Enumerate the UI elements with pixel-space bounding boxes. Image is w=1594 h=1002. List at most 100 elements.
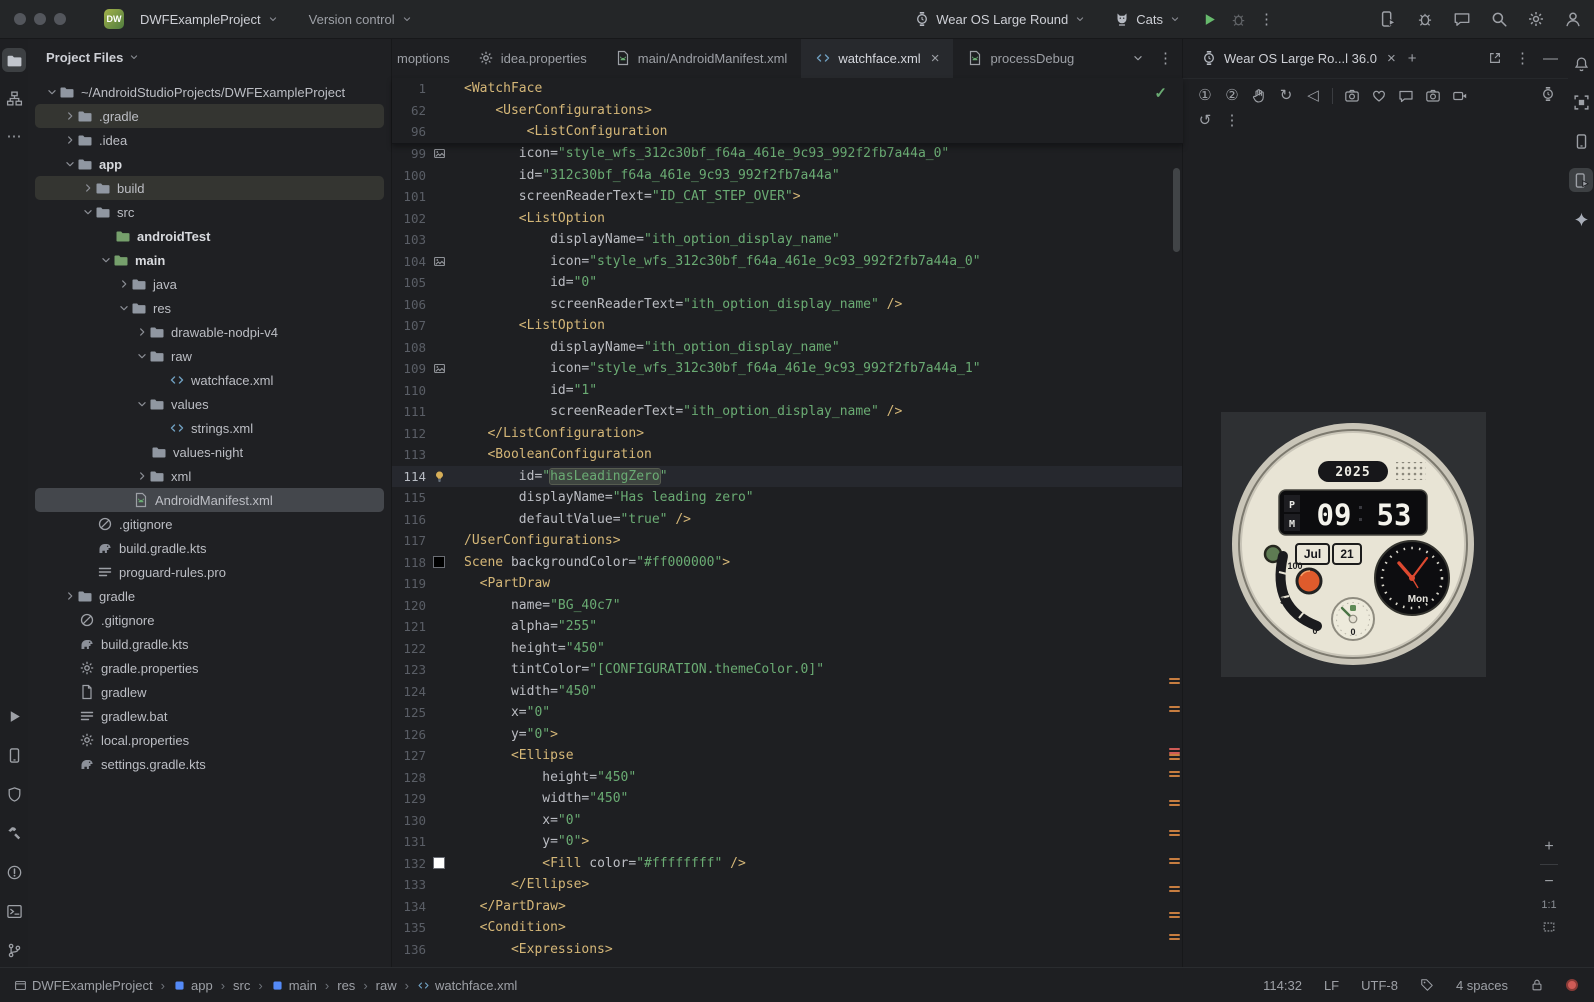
settings-button[interactable] [1527,10,1545,28]
stripe-mark[interactable] [1169,938,1180,940]
editor-tab[interactable]: main/AndroidManifest.xml [601,38,802,78]
stripe-mark[interactable] [1169,858,1180,860]
close-tab-icon[interactable]: × [931,50,940,67]
build-tool-button[interactable] [2,821,26,845]
chevron-down-icon[interactable] [81,205,95,219]
breadcrumb-item[interactable]: watchface.xml [417,978,517,993]
code-line[interactable]: 112 </ListConfiguration> [392,423,1183,445]
code-line[interactable]: 106 screenReaderText="ith_option_display… [392,294,1183,316]
more-vertical-button[interactable]: ⋮ [1224,113,1240,129]
tree-item[interactable]: gradle.properties [35,656,384,680]
run-button[interactable] [1201,11,1218,28]
tree-item[interactable]: values [35,392,384,416]
tree-item[interactable]: java [35,272,384,296]
code-line[interactable]: 130 x="0" [392,810,1183,832]
heart-rate-button[interactable] [1371,88,1387,104]
sticky-line[interactable]: 62 <UserConfigurations> [392,100,1183,122]
add-device-tab-icon[interactable]: + [1408,51,1417,66]
zoom-out-button[interactable]: − [1544,874,1553,890]
zoom-in-button[interactable]: + [1544,839,1553,855]
tree-item[interactable]: watchface.xml [35,368,384,392]
chevron-down-icon[interactable] [99,253,113,267]
problems-button[interactable] [2,860,26,884]
editor-tab[interactable]: processDebug [953,38,1088,78]
code-line[interactable]: 131 y="0"> [392,831,1183,853]
camera-button[interactable] [1425,88,1441,104]
code-line[interactable]: 120 name="BG_40c7" [392,595,1183,617]
run-config-selector[interactable]: Cats [1106,7,1189,31]
code-line[interactable]: 113 <BooleanConfiguration [392,444,1183,466]
line-separator[interactable]: LF [1324,978,1339,993]
breadcrumb-item[interactable]: main [271,978,317,993]
stripe-mark[interactable] [1169,916,1180,918]
code-line[interactable]: 105 id="0" [392,272,1183,294]
tree-item[interactable]: app [35,152,384,176]
code-line[interactable]: 132 <Fill color="#ffffffff" /> [392,853,1183,875]
device-selector[interactable]: Wear OS Large Round [906,7,1094,31]
zoom-fit-icon[interactable] [1542,920,1556,934]
stripe-mark[interactable] [1169,758,1180,760]
chevron-right-icon[interactable] [135,469,149,483]
device-mirror-button[interactable] [1379,10,1397,28]
sticky-line[interactable]: 1 <WatchFace [392,78,1183,100]
button1-button[interactable]: ① [1197,88,1213,104]
code-line[interactable]: 136 <Expressions> [392,939,1183,961]
breadcrumb-item[interactable]: raw [376,978,397,993]
tree-item[interactable]: .gitignore [35,608,384,632]
code-line[interactable]: 133 </Ellipse> [392,874,1183,896]
stripe-mark[interactable] [1169,912,1180,914]
terminal-button[interactable] [2,899,26,923]
chevron-down-icon[interactable] [135,397,149,411]
ai-chat-button[interactable] [1453,10,1471,28]
tree-item[interactable]: local.properties [35,728,384,752]
zoom-window-button[interactable] [54,13,66,25]
tree-item[interactable]: main [35,248,384,272]
tag-button[interactable] [1420,978,1434,992]
debug-button[interactable] [1230,11,1247,28]
code-line[interactable]: 116 defaultValue="true" /> [392,509,1183,531]
app-insights-button[interactable] [2,782,26,806]
code-line[interactable]: 109 icon="style_wfs_312c30bf_f64a_461e_9… [392,358,1183,380]
stripe-mark[interactable] [1169,886,1180,888]
structure-button[interactable] [2,86,26,110]
run-tool-button[interactable] [2,704,26,728]
tree-item[interactable]: gradlew.bat [35,704,384,728]
stripe-mark[interactable] [1169,934,1180,936]
breadcrumb-item[interactable]: res [337,978,355,993]
zoom-level[interactable]: 1:1 [1541,899,1556,911]
project-view-button[interactable] [2,48,26,72]
version-control-button[interactable] [2,938,26,962]
device-pose-button[interactable] [1540,86,1556,102]
chevron-right-icon[interactable] [63,109,77,123]
lock-button[interactable] [1530,978,1544,992]
code-line[interactable]: 99 icon="style_wfs_312c30bf_f64a_461e_9c… [392,143,1183,165]
stripe-mark[interactable] [1169,800,1180,802]
chevron-right-icon[interactable] [117,277,131,291]
chevron-right-icon[interactable] [63,589,77,603]
code-line[interactable]: 124 width="450" [392,681,1183,703]
running-devices-button[interactable] [1569,168,1593,192]
panel-more-icon[interactable]: ⋮ [1515,51,1530,66]
editor-tab[interactable]: watchface.xml × [801,38,954,78]
open-in-window-icon[interactable] [1488,51,1502,65]
stripe-mark[interactable] [1169,834,1180,836]
tree-item[interactable]: build.gradle.kts [35,536,384,560]
stripe-mark[interactable] [1169,754,1180,756]
stripe-mark[interactable] [1169,771,1180,773]
more-run-actions-icon[interactable]: ⋮ [1259,12,1274,27]
logcat-button[interactable] [2,743,26,767]
tree-item[interactable]: build.gradle.kts [35,632,384,656]
chevron-right-icon[interactable] [63,133,77,147]
code-line[interactable]: 119 <PartDraw [392,573,1183,595]
code-line[interactable]: 129 width="450" [392,788,1183,810]
code-line[interactable]: 115 displayName="Has leading zero" [392,487,1183,509]
button2-button[interactable]: ② [1224,88,1240,104]
notifications-button[interactable] [1569,52,1593,76]
profiler-button[interactable] [1416,10,1434,28]
indent-style[interactable]: 4 spaces [1456,978,1508,993]
stripe-mark[interactable] [1169,682,1180,684]
more-tools-button[interactable]: ⋯ [2,124,26,148]
code-line[interactable]: 126 y="0"> [392,724,1183,746]
code-line[interactable]: 127 <Ellipse [392,745,1183,767]
vcs-selector[interactable]: Version control [301,8,421,31]
